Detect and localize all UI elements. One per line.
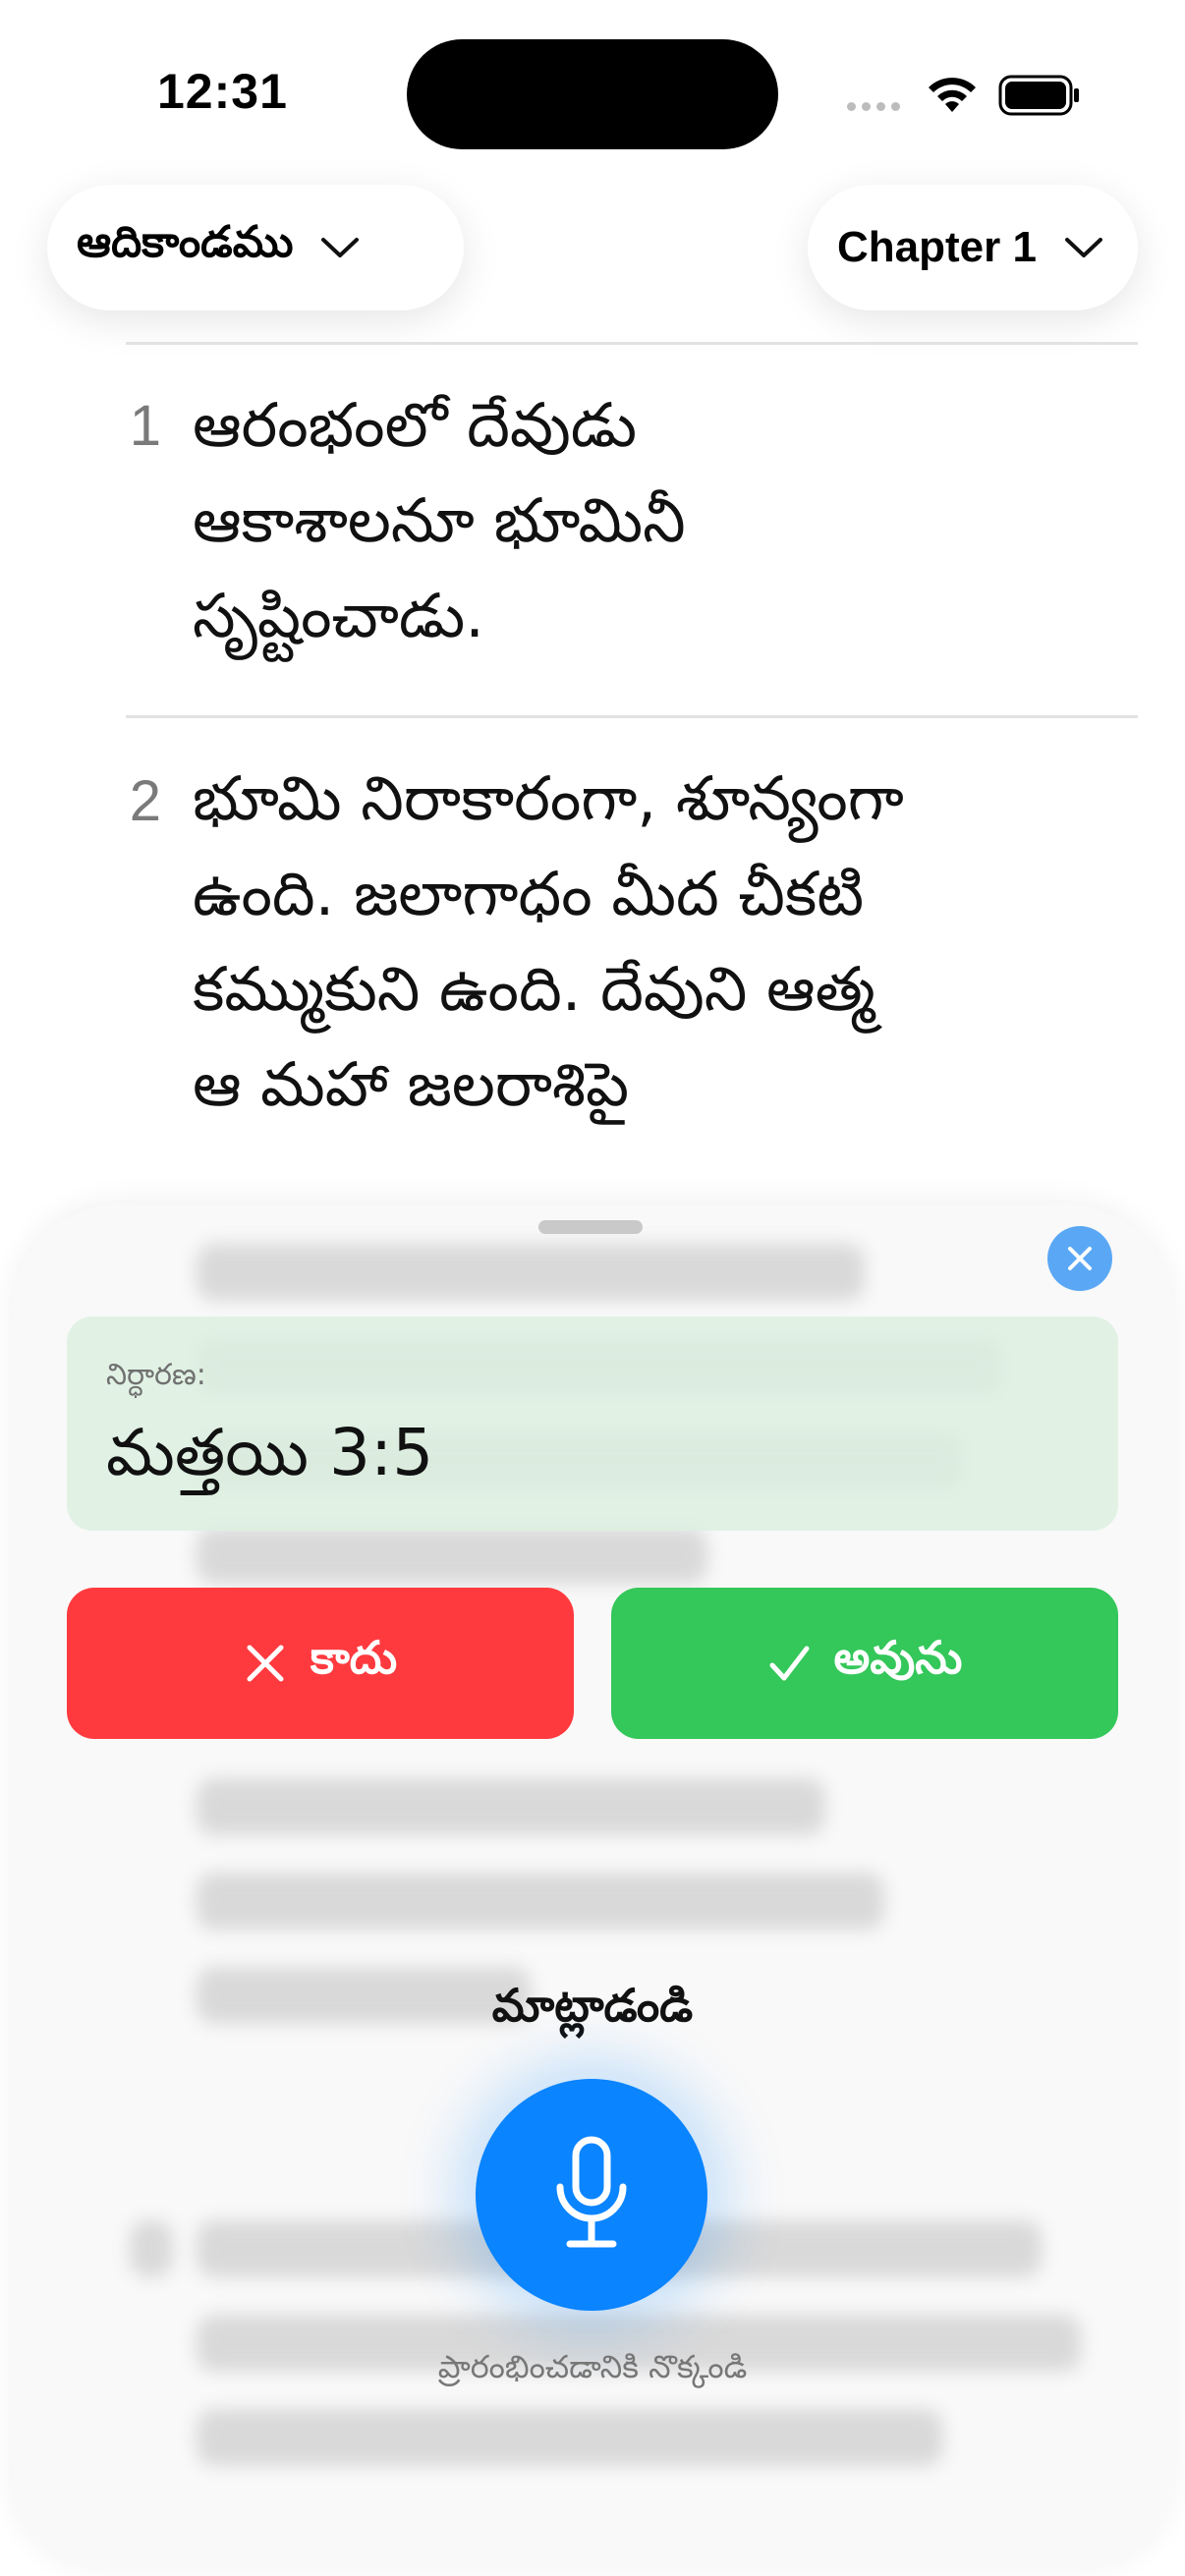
verse-text[interactable]: భూమి నిరాకారంగా, శూన్యంగా ఉంది. జలాగాధం … <box>193 751 1106 1132</box>
chapter-picker-label: Chapter 1 <box>837 223 1037 271</box>
verse-line: సృష్టించాడు. <box>193 580 484 651</box>
tap-to-start-hint: ప్రారంభించడానికి నొక్కండి <box>437 2348 748 2385</box>
verse-line: ఆకాశాలనూ భూమినీ <box>193 484 686 556</box>
detected-reference-value: మత్తయి 3:5 <box>106 1415 434 1490</box>
verse-number: 2 <box>129 769 161 833</box>
wifi-icon <box>929 78 976 112</box>
status-time: 12:31 <box>157 64 288 119</box>
confirm-button-label: అవును <box>833 1631 963 1684</box>
verse-line: ఆరంభంలో దేవుడు <box>193 389 638 461</box>
verse-line: ఆ మహా జలరాశిపై <box>193 1048 630 1120</box>
book-picker[interactable]: ఆదికాండము <box>47 185 464 310</box>
checkmark-icon <box>769 1646 810 1681</box>
cellular-signal-icon <box>847 102 900 111</box>
verse-text[interactable]: ఆరంభంలో దేవుడు ఆకాశాలనూ భూమినీ సృష్టించా… <box>193 377 1106 663</box>
confirm-button[interactable]: అవును <box>611 1588 1118 1739</box>
divider <box>126 715 1138 718</box>
voice-search-sheet: నిర్ధారణ: మత్తయి 3:5 కాదు అవును మాట్లాడం… <box>12 1204 1173 2570</box>
detected-reference-card: నిర్ధారణ: మత్తయి 3:5 <box>67 1316 1118 1531</box>
dynamic-island <box>407 39 778 149</box>
detected-reference-label: నిర్ధారణ: <box>106 1358 206 1392</box>
verse-line: ఉంది. జలాగాధం మీద చీకటి <box>193 858 865 929</box>
sheet-grabber[interactable] <box>538 1220 643 1234</box>
microphone-button[interactable] <box>476 2079 707 2311</box>
speak-prompt: మాట్లాడండి <box>491 1979 694 2032</box>
verse-line: భూమి నిరాకారంగా, శూన్యంగా <box>193 762 904 834</box>
verse-line: కమ్ముకుని ఉంది. దేవుని ఆత్మ <box>193 953 875 1025</box>
microphone-icon <box>556 2136 627 2248</box>
reject-button[interactable]: కాదు <box>67 1588 574 1739</box>
reject-button-label: కాదు <box>310 1631 398 1684</box>
close-icon <box>1068 1247 1092 1270</box>
close-icon <box>247 1645 284 1682</box>
chapter-picker[interactable]: Chapter 1 <box>808 185 1138 310</box>
close-button[interactable] <box>1047 1226 1112 1291</box>
chevron-down-icon <box>321 238 360 257</box>
book-picker-label: ఆదికాండము <box>77 217 294 267</box>
chevron-down-icon <box>1064 238 1102 257</box>
battery-icon <box>998 75 1079 116</box>
divider <box>126 342 1138 345</box>
verse-number: 1 <box>129 394 161 458</box>
